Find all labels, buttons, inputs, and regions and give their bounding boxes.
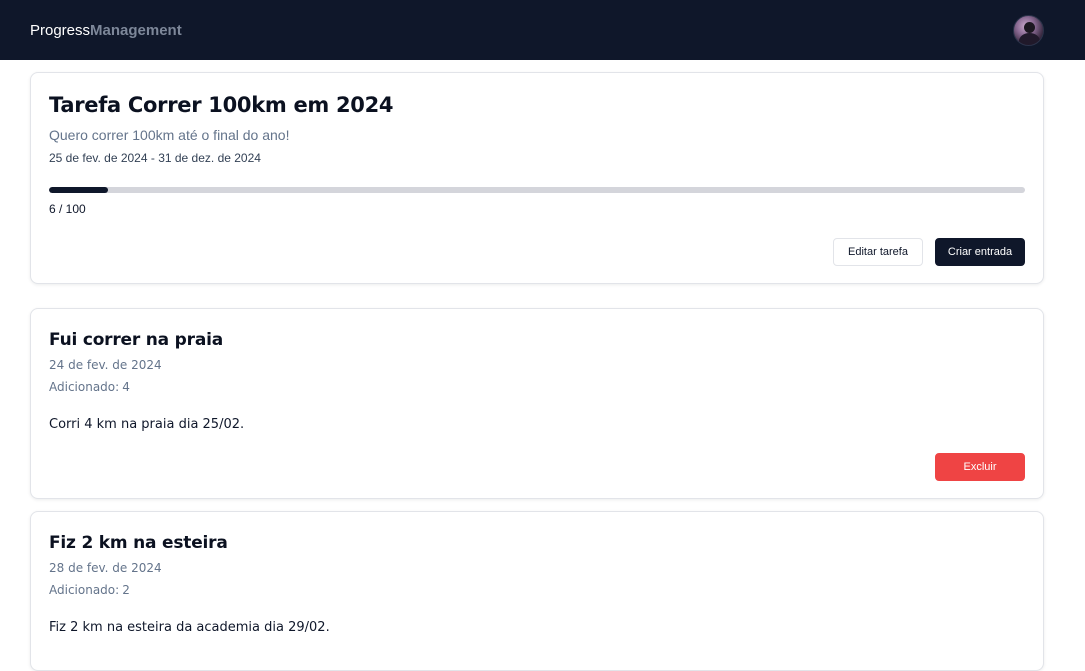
task-date-range: 25 de fev. de 2024 - 31 de dez. de 2024 — [49, 151, 261, 165]
user-avatar[interactable] — [1013, 14, 1044, 46]
entry-title: Fiz 2 km na esteira — [49, 533, 228, 553]
entry-card: Fiz 2 km na esteira 28 de fev. de 2024 A… — [30, 511, 1044, 671]
progress-text: 6 / 100 — [49, 202, 86, 216]
task-title: Tarefa Correr 100km em 2024 — [49, 93, 394, 117]
entry-date: 28 de fev. de 2024 — [49, 561, 162, 575]
brand-logo[interactable]: Progress Management — [30, 22, 182, 39]
top-navbar: Progress Management — [0, 0, 1085, 60]
entry-body: Fiz 2 km na esteira da academia dia 29/0… — [49, 620, 330, 635]
entry-added: Adicionado: 2 — [49, 583, 130, 597]
delete-entry-button[interactable]: Excluir — [935, 453, 1025, 481]
entry-body: Corri 4 km na praia dia 25/02. — [49, 417, 245, 432]
task-card: Tarefa Correr 100km em 2024 Quero correr… — [30, 72, 1044, 284]
edit-task-button[interactable]: Editar tarefa — [833, 238, 923, 266]
entry-date: 24 de fev. de 2024 — [49, 358, 162, 372]
entry-added: Adicionado: 4 — [49, 380, 130, 394]
entry-title: Fui correr na praia — [49, 330, 223, 350]
progress-bar-fill — [49, 187, 108, 193]
brand-text-management: Management — [90, 21, 182, 39]
entry-added-label: Adicionado: — [49, 583, 120, 597]
progress-bar — [49, 187, 1025, 193]
brand-text-progress: Progress — [30, 21, 91, 39]
entry-added-value: 4 — [122, 380, 130, 394]
create-entry-button[interactable]: Criar entrada — [935, 238, 1025, 266]
entry-added-label: Adicionado: — [49, 380, 120, 394]
entry-added-value: 2 — [122, 583, 130, 597]
task-description: Quero correr 100km até o final do ano! — [49, 127, 290, 143]
entry-card: Fui correr na praia 24 de fev. de 2024 A… — [30, 308, 1044, 499]
